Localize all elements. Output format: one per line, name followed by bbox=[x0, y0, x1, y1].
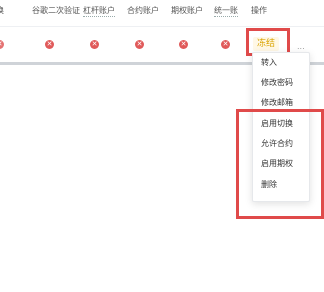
header-contract-account: 合约账户 bbox=[127, 6, 159, 15]
header-unified-account[interactable]: 统一账 bbox=[214, 6, 238, 17]
google-2fa-x-icon: ✕ bbox=[45, 40, 54, 49]
menu-item-change-password[interactable]: 修改密码 bbox=[261, 78, 293, 88]
unified-x-icon: ✕ bbox=[221, 40, 230, 49]
contract-x-icon: ✕ bbox=[135, 40, 144, 49]
header-leverage-account[interactable]: 杠杆账户 bbox=[83, 6, 115, 17]
table-header: 换 谷歌二次验证 杠杆账户 合约账户 期权账户 统一账 操作 bbox=[0, 0, 324, 26]
account-table-view: 换 谷歌二次验证 杠杆账户 合约账户 期权账户 统一账 操作 ✕ ✕ ✕ ✕ ✕… bbox=[0, 0, 324, 292]
leverage-x-icon: ✕ bbox=[90, 40, 99, 49]
menu-item-transfer-in[interactable]: 转入 bbox=[261, 58, 277, 68]
header-partial-col: 换 bbox=[0, 6, 4, 16]
menu-highlight-box bbox=[236, 109, 324, 219]
menu-item-change-email[interactable]: 修改邮箱 bbox=[261, 98, 293, 108]
header-actions: 操作 bbox=[251, 6, 267, 15]
header-google-2fa: 谷歌二次验证 bbox=[32, 6, 80, 15]
more-actions-icon[interactable]: ... bbox=[297, 42, 305, 51]
options-x-icon: ✕ bbox=[179, 40, 188, 49]
header-options-account: 期权账户 bbox=[171, 6, 203, 15]
